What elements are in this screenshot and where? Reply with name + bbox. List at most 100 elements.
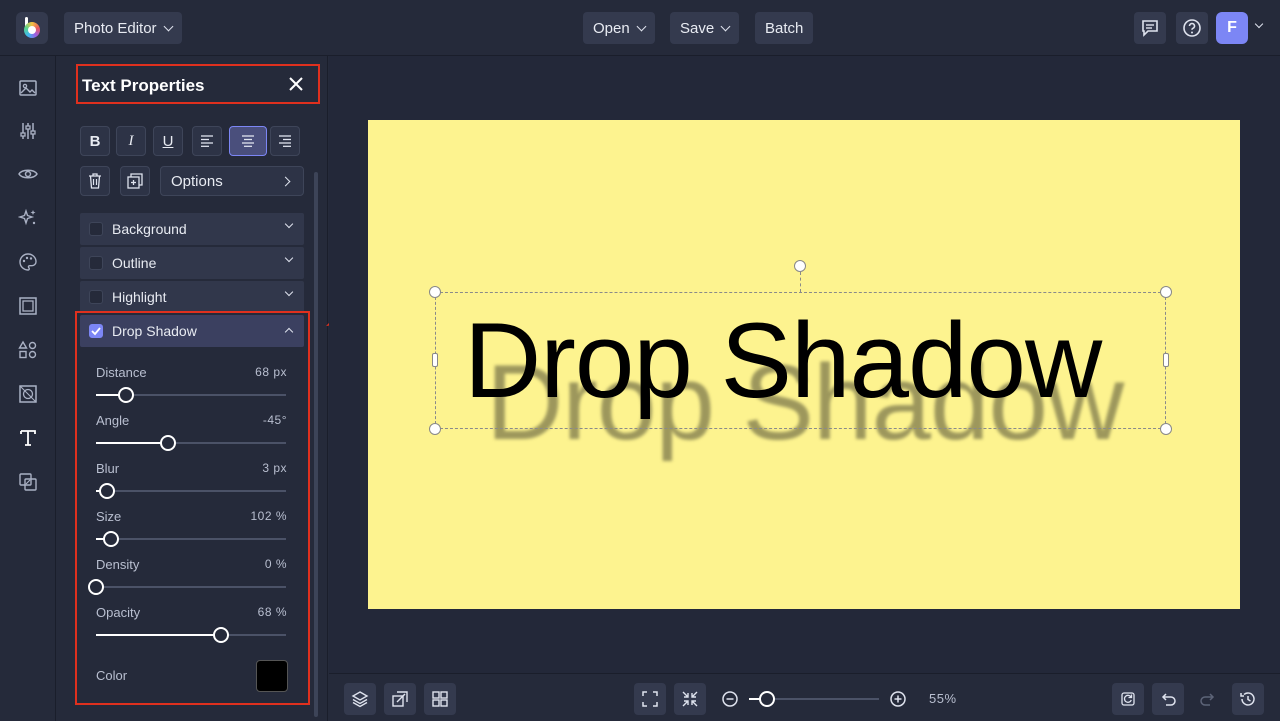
section-background[interactable]: Background	[80, 213, 304, 245]
eye-icon[interactable]	[16, 162, 40, 186]
fit-screen-button[interactable]	[634, 683, 666, 715]
texture-icon[interactable]	[16, 382, 40, 406]
frame-icon[interactable]	[16, 294, 40, 318]
blur-slider[interactable]	[96, 483, 286, 499]
highlight-checkbox[interactable]	[89, 290, 103, 304]
panel-title: Text Properties	[82, 76, 205, 95]
resize-canvas-button[interactable]	[384, 683, 416, 715]
chevron-right-icon	[280, 176, 291, 187]
text-icon[interactable]	[16, 426, 40, 450]
bold-button[interactable]: B	[80, 126, 110, 156]
align-left-button[interactable]	[192, 126, 222, 156]
shadow-color-swatch[interactable]	[256, 660, 288, 692]
app-switcher-label: Photo Editor	[74, 19, 157, 37]
artboard[interactable]: Drop Shadow Drop Shadow	[368, 120, 1240, 609]
chevron-down-icon	[163, 21, 174, 31]
reset-button[interactable]	[1112, 683, 1144, 715]
help-button[interactable]	[1176, 12, 1208, 44]
resize-handle-left[interactable]	[432, 353, 438, 367]
drop-shadow-checkbox[interactable]	[89, 324, 103, 338]
align-center-button[interactable]	[229, 126, 267, 156]
resize-handle-top-left[interactable]	[429, 286, 441, 298]
save-button[interactable]: Save	[670, 12, 740, 44]
density-label: Density	[96, 557, 140, 572]
chevron-down-icon	[284, 219, 294, 229]
zoom-out-icon[interactable]	[721, 690, 739, 708]
align-left-icon	[201, 135, 213, 147]
chevron-down-icon	[284, 287, 294, 297]
slider-knob[interactable]	[99, 483, 115, 499]
slider-knob[interactable]	[118, 387, 134, 403]
feedback-button[interactable]	[1134, 12, 1166, 44]
tool-rail	[0, 56, 56, 721]
history-icon	[1240, 692, 1255, 706]
slider-knob[interactable]	[213, 627, 229, 643]
slider-knob[interactable]	[88, 579, 104, 595]
shapes-icon[interactable]	[16, 338, 40, 362]
duplicate-icon	[127, 173, 143, 189]
angle-slider[interactable]	[96, 435, 286, 451]
image-icon[interactable]	[16, 76, 40, 100]
italic-button[interactable]: I	[116, 126, 146, 156]
delete-button[interactable]	[80, 166, 110, 196]
batch-label: Batch	[765, 19, 804, 37]
section-outline[interactable]: Outline	[80, 247, 304, 279]
chevron-down-icon	[636, 21, 647, 31]
outline-checkbox[interactable]	[89, 256, 103, 270]
adjust-sliders-icon[interactable]	[16, 119, 40, 143]
trash-icon	[89, 173, 101, 189]
sparkle-icon[interactable]	[16, 206, 40, 230]
grid-button[interactable]	[424, 683, 456, 715]
options-button[interactable]: Options	[160, 166, 304, 196]
align-right-button[interactable]	[270, 126, 300, 156]
density-slider[interactable]	[88, 579, 286, 595]
angle-value: -45°	[262, 413, 287, 427]
align-right-icon	[279, 135, 291, 147]
resize-handle-bottom-right[interactable]	[1160, 423, 1172, 435]
overlay-icon[interactable]	[16, 470, 40, 494]
distance-label: Distance	[96, 365, 147, 380]
zoom-in-icon[interactable]	[889, 690, 907, 708]
zoom-knob[interactable]	[759, 691, 775, 707]
redo-button[interactable]	[1192, 683, 1224, 715]
batch-button[interactable]: Batch	[755, 12, 814, 44]
underline-button[interactable]: U	[153, 126, 183, 156]
layers-icon	[351, 691, 369, 708]
layers-button[interactable]	[344, 683, 376, 715]
save-label: Save	[680, 19, 715, 37]
history-button[interactable]	[1232, 683, 1264, 715]
slider-knob[interactable]	[160, 435, 176, 451]
size-slider[interactable]	[96, 531, 286, 547]
help-icon	[1183, 19, 1201, 37]
actual-size-button[interactable]	[674, 683, 706, 715]
undo-button[interactable]	[1152, 683, 1184, 715]
rotate-handle[interactable]	[794, 260, 806, 272]
panel-scrollbar[interactable]	[314, 172, 318, 717]
zoom-slider[interactable]	[749, 691, 879, 707]
blur-label: Blur	[96, 461, 120, 476]
background-checkbox[interactable]	[89, 222, 103, 236]
duplicate-button[interactable]	[120, 166, 150, 196]
open-button[interactable]: Open	[583, 12, 655, 44]
expand-icon	[642, 691, 658, 707]
close-icon[interactable]	[288, 76, 304, 92]
resize-handle-bottom-left[interactable]	[429, 423, 441, 435]
opacity-slider[interactable]	[96, 627, 286, 643]
rotation-connector	[800, 272, 801, 292]
app-logo[interactable]	[16, 12, 48, 44]
selection-box[interactable]	[435, 292, 1166, 429]
chevron-down-icon[interactable]	[1254, 19, 1264, 29]
section-drop-shadow[interactable]: Drop Shadow	[80, 315, 304, 347]
chat-icon	[1142, 20, 1158, 37]
section-label: Background	[112, 221, 187, 237]
app-switcher-button[interactable]: Photo Editor	[64, 12, 182, 44]
section-highlight[interactable]: Highlight	[80, 281, 304, 313]
canvas-workspace[interactable]: Drop Shadow Drop Shadow	[329, 56, 1280, 673]
resize-handle-top-right[interactable]	[1160, 286, 1172, 298]
distance-slider[interactable]	[96, 387, 286, 403]
user-avatar[interactable]: F	[1216, 12, 1248, 44]
slider-knob[interactable]	[103, 531, 119, 547]
resize-handle-right[interactable]	[1163, 353, 1169, 367]
palette-icon[interactable]	[16, 250, 40, 274]
zoom-value: 55%	[929, 691, 957, 706]
